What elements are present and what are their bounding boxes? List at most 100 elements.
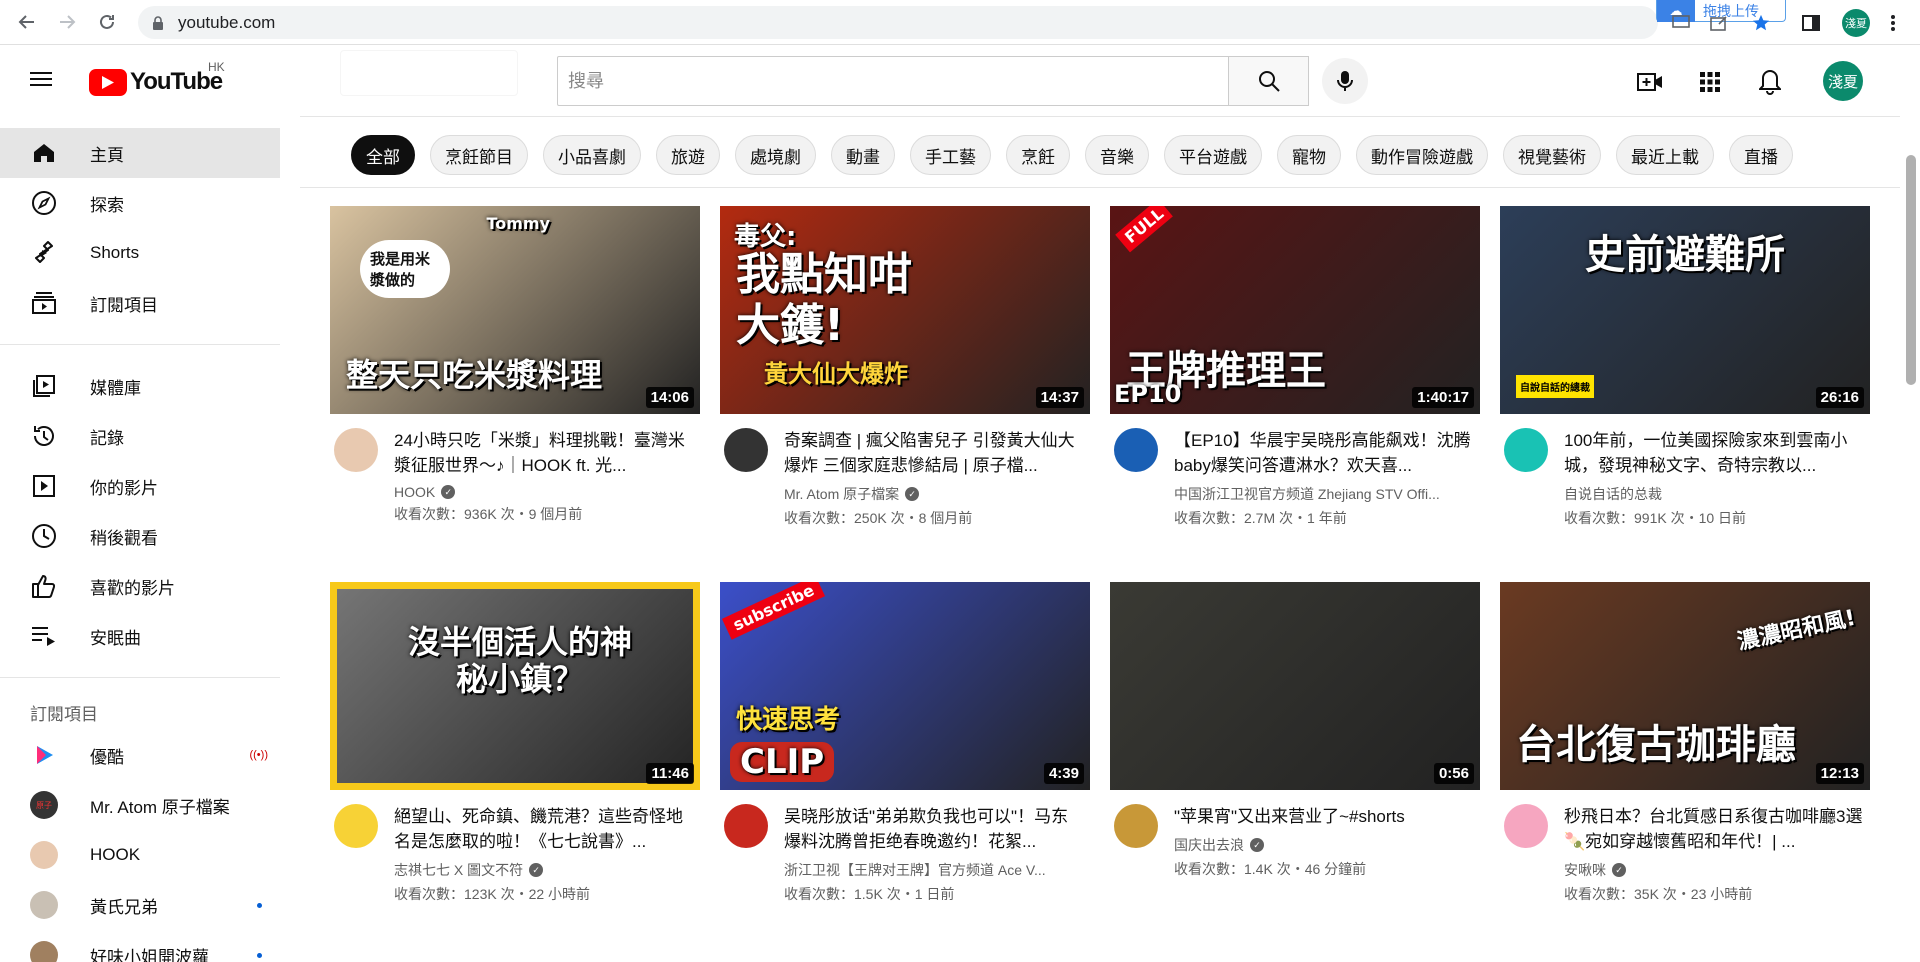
filter-chip[interactable]: 烹飪節目 [430, 135, 528, 175]
video-card[interactable]: 台北復古珈琲廳 濃濃昭和風! 12:13 秒飛日本？台北質感日系復古咖啡廳3選🍡宛如穿… [1500, 582, 1870, 904]
filter-chip[interactable]: 手工藝 [910, 135, 991, 175]
sidebar-item-subscriptions[interactable]: 訂閱項目 [0, 278, 280, 328]
subscription-channel[interactable]: 好味小姐開波蘿 [0, 930, 280, 962]
video-thumbnail[interactable]: 我點知咁大鑊! 毒父: 黃大仙大爆炸 14:37 [720, 206, 1090, 414]
video-thumbnail[interactable]: 王牌推理王 EP10 FULL 1:40:17 [1110, 206, 1480, 414]
channel-avatar [30, 941, 58, 962]
channel-name[interactable]: 中国浙江卫视官方频道 Zhejiang STV Offi... [1174, 484, 1440, 504]
filter-chip[interactable]: 動作冒險遊戲 [1356, 135, 1488, 175]
ghost-overlay [340, 50, 518, 96]
filter-chip[interactable]: 小品喜劇 [543, 135, 641, 175]
thumbnail-caption: 史前避難所 [1585, 232, 1785, 278]
video-card[interactable]: 快速思考 CLIP subscribe 4:39 吴晓彤放话"弟弟欺负我也可以"！马东爆… [720, 582, 1090, 904]
subscription-channel[interactable]: HOOK [0, 830, 280, 880]
video-thumbnail[interactable]: 沒半個活人的神秘小鎮？ 11:46 [330, 582, 700, 790]
subscription-channel[interactable]: 優酷 ((•)) [0, 730, 280, 780]
subscription-channel[interactable]: 原子 Mr. Atom 原子檔案 [0, 780, 280, 830]
channel-name[interactable]: 安啾咪 [1564, 860, 1606, 880]
live-icon: ((•)) [249, 749, 268, 761]
search-button[interactable] [1229, 56, 1309, 106]
sidebar-item-library[interactable]: 媒體庫 [0, 361, 280, 411]
voice-search-button[interactable] [1322, 58, 1368, 104]
video-title[interactable]: "苹果宵"又出来营业了~#shorts [1174, 804, 1474, 829]
video-title[interactable]: 秒飛日本？台北質感日系復古咖啡廳3選🍡宛如穿越懷舊昭和年代！| ... [1564, 804, 1864, 854]
video-channel-row: 国庆出去浪 ✓ [1174, 835, 1474, 855]
side-panel-icon[interactable] [1800, 12, 1822, 34]
channel-avatar[interactable] [1504, 428, 1548, 472]
filter-chip[interactable]: 處境劇 [735, 135, 816, 175]
channel-name[interactable]: 国庆出去浪 [1174, 835, 1244, 855]
channel-avatar[interactable] [724, 804, 768, 848]
video-title[interactable]: 奇案調查 | 瘋父陷害兒子 引發黃大仙大爆炸 三個家庭悲慘結局 | 原子檔... [784, 428, 1084, 478]
sidebar-item-home[interactable]: 主頁 [0, 128, 280, 178]
filter-chip[interactable]: 旅遊 [656, 135, 720, 175]
video-card[interactable]: 整天只吃米漿料理 我是用米漿做的 Tommy 14:06 24小時只吃「米漿」料理挑戰！… [330, 206, 700, 524]
video-title[interactable]: 【EP10】华晨宇吴晓彤高能飙戏！沈腾baby爆笑问答遭淋水？欢天喜... [1174, 428, 1474, 478]
filter-chip[interactable]: 平台遊戲 [1164, 135, 1262, 175]
video-card[interactable]: 王牌推理王 EP10 FULL 1:40:17 【EP10】华晨宇吴晓彤高能飙戏！沈腾b… [1110, 206, 1480, 528]
search-input[interactable] [557, 56, 1229, 106]
channel-avatar[interactable] [1114, 428, 1158, 472]
video-title[interactable]: 吴晓彤放话"弟弟欺负我也可以"！马东爆料沈腾曾拒绝春晚邀约！花絮... [784, 804, 1084, 854]
forward-icon[interactable] [54, 9, 80, 35]
channel-name[interactable]: 浙江卫视【王牌对王牌】官方频道 Ace V... [784, 860, 1046, 880]
sidebar-item-explore[interactable]: 探索 [0, 178, 280, 228]
sidebar-divider [0, 677, 280, 678]
channel-avatar[interactable] [334, 428, 378, 472]
share-icon[interactable] [1708, 12, 1730, 34]
video-card[interactable]: 0:56 "苹果宵"又出来营业了~#shorts 国庆出去浪 ✓ 收看次數：1.4K 次… [1110, 582, 1480, 879]
cast-icon[interactable] [1670, 12, 1692, 34]
sidebar-item-watch-later[interactable]: 稍後觀看 [0, 511, 280, 561]
filter-chip[interactable]: 直播 [1729, 135, 1793, 175]
channel-avatar[interactable] [334, 804, 378, 848]
sidebar-item-shorts[interactable]: Shorts [0, 228, 280, 278]
video-channel-row: 志祺七七 X 圖文不符 ✓ [394, 860, 694, 880]
video-meta-text: "苹果宵"又出来营业了~#shorts 国庆出去浪 ✓ 收看次數：1.4K 次・46 … [1174, 804, 1474, 879]
video-card[interactable]: 我點知咁大鑊! 毒父: 黃大仙大爆炸 14:37 奇案調查 | 瘋父陷害兒子 引發黃大仙… [720, 206, 1090, 528]
video-thumbnail[interactable]: 台北復古珈琲廳 濃濃昭和風! 12:13 [1500, 582, 1870, 790]
back-icon[interactable] [14, 9, 40, 35]
filter-chip[interactable]: 最近上載 [1616, 135, 1714, 175]
subscription-channel[interactable]: 黃氏兄弟 [0, 880, 280, 930]
sidebar-item-history[interactable]: 記錄 [0, 411, 280, 461]
channel-name[interactable]: Mr. Atom 原子檔案 [784, 484, 899, 504]
channel-avatar[interactable] [1504, 804, 1548, 848]
channel-avatar[interactable] [724, 428, 768, 472]
channel-avatar[interactable] [1114, 804, 1158, 848]
video-title[interactable]: 100年前，一位美國探險家來到雲南小城，發現神秘文字、奇特宗教以... [1564, 428, 1864, 478]
video-title[interactable]: 24小時只吃「米漿」料理挑戰！臺灣米漿征服世界～♪｜HOOK ft. 光... [394, 428, 694, 478]
video-thumbnail[interactable]: 整天只吃米漿料理 我是用米漿做的 Tommy 14:06 [330, 206, 700, 414]
video-thumbnail[interactable]: 0:56 [1110, 582, 1480, 790]
channel-name[interactable]: 自说自话的总裁 [1564, 484, 1662, 504]
bookmark-star-icon[interactable] [1750, 12, 1772, 34]
youtube-logo[interactable]: YouTube HK [89, 60, 225, 96]
create-video-icon[interactable] [1636, 68, 1664, 96]
address-bar[interactable]: youtube.com [138, 6, 1658, 39]
filter-chip[interactable]: 烹飪 [1006, 135, 1070, 175]
video-meta: 奇案調查 | 瘋父陷害兒子 引發黃大仙大爆炸 三個家庭悲慘結局 | 原子檔...… [720, 428, 1090, 528]
video-thumbnail[interactable]: 快速思考 CLIP subscribe 4:39 [720, 582, 1090, 790]
filter-chip[interactable]: 視覺藝術 [1503, 135, 1601, 175]
sidebar-item-your-videos[interactable]: 你的影片 [0, 461, 280, 511]
more-vert-icon[interactable] [1882, 12, 1904, 34]
video-title[interactable]: 絕望山、死命鎮、饑荒港？這些奇怪地名是怎麼取的啦！《七七說書》... [394, 804, 694, 854]
browser-profile-avatar[interactable]: 淺夏 [1842, 9, 1870, 37]
channel-name[interactable]: 志祺七七 X 圖文不符 [394, 860, 523, 880]
search-bar [557, 56, 1309, 106]
menu-icon[interactable] [30, 68, 54, 92]
filter-chip[interactable]: 動畫 [831, 135, 895, 175]
filter-chip[interactable]: 音樂 [1085, 135, 1149, 175]
video-card[interactable]: 沒半個活人的神秘小鎮？ 11:46 絕望山、死命鎮、饑荒港？這些奇怪地名是怎麼取的啦… [330, 582, 700, 904]
user-avatar[interactable]: 淺夏 [1823, 61, 1863, 101]
filter-chip[interactable]: 全部 [351, 135, 415, 175]
apps-grid-icon[interactable] [1696, 68, 1724, 96]
channel-name[interactable]: HOOK [394, 484, 435, 500]
page-scrollbar[interactable] [1906, 155, 1916, 385]
sidebar-item-playlist[interactable]: 安眠曲 [0, 611, 280, 661]
filter-chip[interactable]: 寵物 [1277, 135, 1341, 175]
video-card[interactable]: 史前避難所 自說自話的總裁 26:16 100年前，一位美國探險家來到雲南小城，發現神… [1500, 206, 1870, 528]
video-thumbnail[interactable]: 史前避難所 自說自話的總裁 26:16 [1500, 206, 1870, 414]
reload-icon[interactable] [94, 9, 120, 35]
notifications-bell-icon[interactable] [1756, 68, 1784, 96]
sidebar-item-liked[interactable]: 喜歡的影片 [0, 561, 280, 611]
